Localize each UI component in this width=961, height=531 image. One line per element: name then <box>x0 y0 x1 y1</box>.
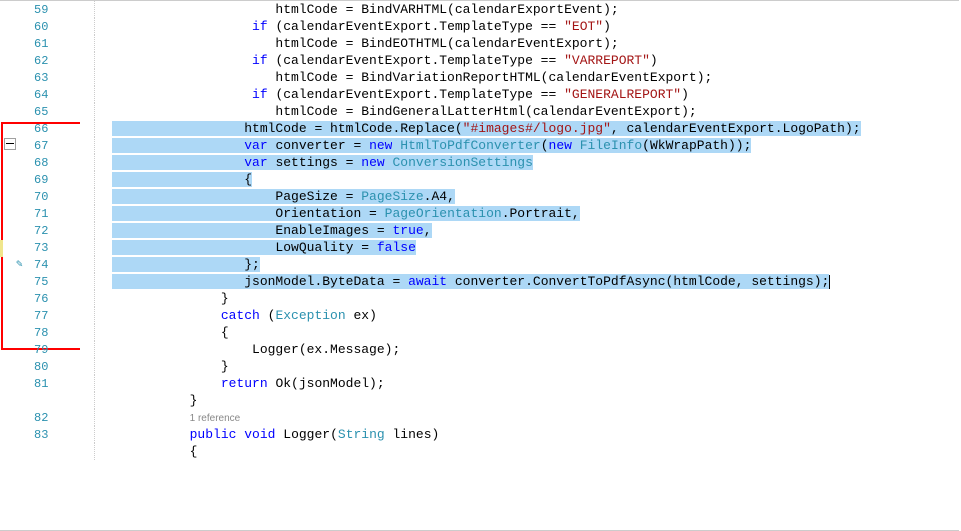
type-ref: Exception <box>275 308 345 323</box>
line-number: 61 <box>34 36 48 53</box>
line-number: 76 <box>34 291 48 308</box>
line-number: 66 <box>34 121 48 138</box>
type-ref: String <box>338 427 385 442</box>
line-number: 73 <box>34 240 48 257</box>
kw-var: var <box>244 138 267 153</box>
line-number: 82 <box>34 410 48 427</box>
line-number: 64 <box>34 87 48 104</box>
kw-if: if <box>252 19 268 34</box>
type-ref: PageSize <box>361 189 423 204</box>
type-ref: FileInfo <box>580 138 642 153</box>
kw-catch: catch <box>221 308 260 323</box>
kw-if: if <box>252 53 268 68</box>
kw-await: await <box>408 274 447 289</box>
line-number: 69 <box>34 172 48 189</box>
line-number: 72 <box>34 223 48 240</box>
kw-if: if <box>252 87 268 102</box>
kw-new: new <box>361 155 384 170</box>
line-number: 68 <box>34 155 48 172</box>
line-number: 81 <box>34 376 48 393</box>
pencil-icon: ✎ <box>16 257 23 274</box>
type-ref: HtmlToPdfConverter <box>400 138 540 153</box>
line-number: 60 <box>34 19 48 36</box>
line-number: 59 <box>34 2 48 19</box>
string-literal: "EOT" <box>564 19 603 34</box>
type-ref: ConversionSettings <box>392 155 532 170</box>
kw-var: var <box>244 155 267 170</box>
code-pane[interactable]: htmlCode = BindVARHTML(calendarExportEve… <box>80 1 959 530</box>
code-editor[interactable]: 59 60 61 62 63 64 65 66 67 68 69 70 71 7… <box>0 0 959 531</box>
kw-public: public <box>190 427 237 442</box>
line-number: 80 <box>34 359 48 376</box>
change-marker <box>0 240 3 257</box>
line-number: 74 <box>34 257 48 274</box>
kw-return: return <box>221 376 268 391</box>
kw-new: new <box>549 138 572 153</box>
kw-false: false <box>377 240 416 255</box>
line-number: 79 <box>34 342 48 359</box>
kw-void: void <box>244 427 275 442</box>
type-ref: PageOrientation <box>385 206 502 221</box>
line-number: 75 <box>34 274 48 291</box>
line-number: 70 <box>34 189 48 206</box>
string-literal: "#images#/logo.jpg" <box>463 121 611 136</box>
line-number: 77 <box>34 308 48 325</box>
line-number: 83 <box>34 427 48 444</box>
string-literal: "VARREPORT" <box>564 53 650 68</box>
line-number: 63 <box>34 70 48 87</box>
kw-new: new <box>369 138 392 153</box>
kw-true: true <box>392 223 423 238</box>
codelens-references[interactable]: 1 reference <box>190 410 241 427</box>
line-gutter: 59 60 61 62 63 64 65 66 67 68 69 70 71 7… <box>0 1 80 530</box>
line-number: 65 <box>34 104 48 121</box>
line-number: 62 <box>34 53 48 70</box>
string-literal: "GENERALREPORT" <box>564 87 681 102</box>
line-number: 71 <box>34 206 48 223</box>
collapse-icon[interactable] <box>4 138 16 155</box>
line-number: 78 <box>34 325 48 342</box>
text-caret <box>829 275 830 289</box>
line-number: 67 <box>34 138 48 155</box>
